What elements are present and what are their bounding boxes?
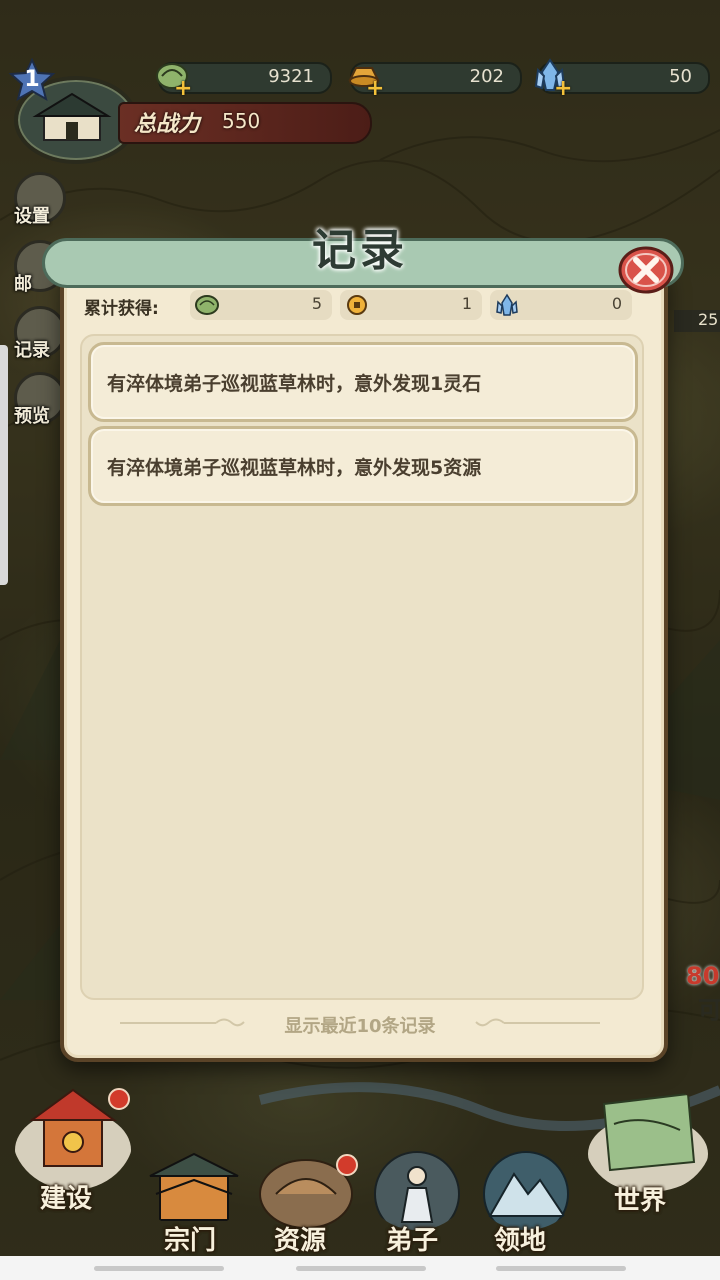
side-menu-mail-label: 邮 [14, 274, 32, 295]
nav-build[interactable]: 建设 [12, 1080, 134, 1214]
add-herb-button[interactable]: + [174, 78, 192, 100]
resource-value-crystal: 50 [669, 66, 692, 87]
player-level-badge[interactable]: 1 [8, 57, 56, 102]
nav-gesture-left[interactable] [94, 1266, 224, 1271]
total-herb-value: 5 [311, 294, 322, 313]
nav-gesture-right[interactable] [496, 1266, 626, 1271]
nav-resources[interactable]: 资源 [256, 1150, 358, 1256]
total-coin: 1 [340, 290, 482, 320]
total-crystal-value: 0 [611, 294, 622, 313]
world-map-scroll-icon [588, 1092, 708, 1192]
disciple-figure-icon [374, 1151, 460, 1230]
build-notification-dot [108, 1088, 130, 1110]
nav-world-label: 世界 [614, 1186, 667, 1216]
nav-sect[interactable]: 宗门 [142, 1150, 246, 1256]
close-icon [618, 246, 674, 294]
combat-power-value: 550 [222, 109, 261, 133]
nav-disciples[interactable]: 弟子 [368, 1150, 466, 1256]
record-text: 有淬体境弟子巡视蓝草林时，意外发现1灵石 [107, 373, 482, 395]
nav-world[interactable]: 世界 [584, 1084, 712, 1216]
dialog-title: 记录 [312, 225, 408, 276]
add-crystal-button[interactable]: + [554, 78, 572, 100]
record-text: 有淬体境弟子巡视蓝草林时，意外发现5资源 [107, 457, 482, 479]
nav-gesture-center[interactable] [296, 1266, 426, 1271]
player-level: 1 [24, 67, 40, 92]
list-item: 有淬体境弟子巡视蓝草林时，意外发现1灵石 [88, 342, 638, 422]
records-dialog-header: 记录 [42, 214, 684, 288]
nav-territory[interactable]: 领地 [476, 1150, 576, 1256]
blue-crystal-icon [494, 293, 520, 321]
records-limit-note: 显示最近10条记录 [284, 1016, 436, 1037]
cabbage-icon [194, 293, 220, 321]
resources-notification-dot [336, 1154, 358, 1176]
sect-temple-icon [149, 1152, 239, 1221]
close-button[interactable] [618, 244, 674, 296]
list-item: 有淬体境弟子巡视蓝草林时，意外发现5资源 [88, 426, 638, 506]
side-menu-preview-label: 预览 [14, 406, 50, 427]
resource-value-herb: 9321 [268, 66, 314, 87]
total-crystal: 0 [490, 290, 632, 320]
side-menu-records-label: 记录 [14, 340, 50, 361]
resource-value-gold: 202 [469, 66, 504, 87]
nav-territory-label: 领地 [494, 1226, 547, 1256]
edge-swipe-handle[interactable] [0, 345, 8, 585]
territory-mountain-icon [483, 1151, 569, 1230]
nav-build-label: 建设 [40, 1184, 93, 1214]
combat-power-label: 总战力 [134, 111, 201, 137]
map-label-number: 25 [674, 310, 720, 332]
add-gold-button[interactable]: + [366, 78, 384, 100]
map-label-red: 80 [686, 962, 720, 990]
total-coin-value: 1 [461, 294, 472, 313]
coin-icon [344, 293, 370, 321]
system-navigation-bar [0, 1256, 720, 1280]
total-herb: 5 [190, 290, 332, 320]
nav-disciples-label: 弟子 [386, 1226, 439, 1256]
totals-label: 累计获得: [84, 299, 159, 319]
nav-sect-label: 宗门 [164, 1226, 217, 1256]
nav-resources-label: 资源 [274, 1226, 327, 1256]
